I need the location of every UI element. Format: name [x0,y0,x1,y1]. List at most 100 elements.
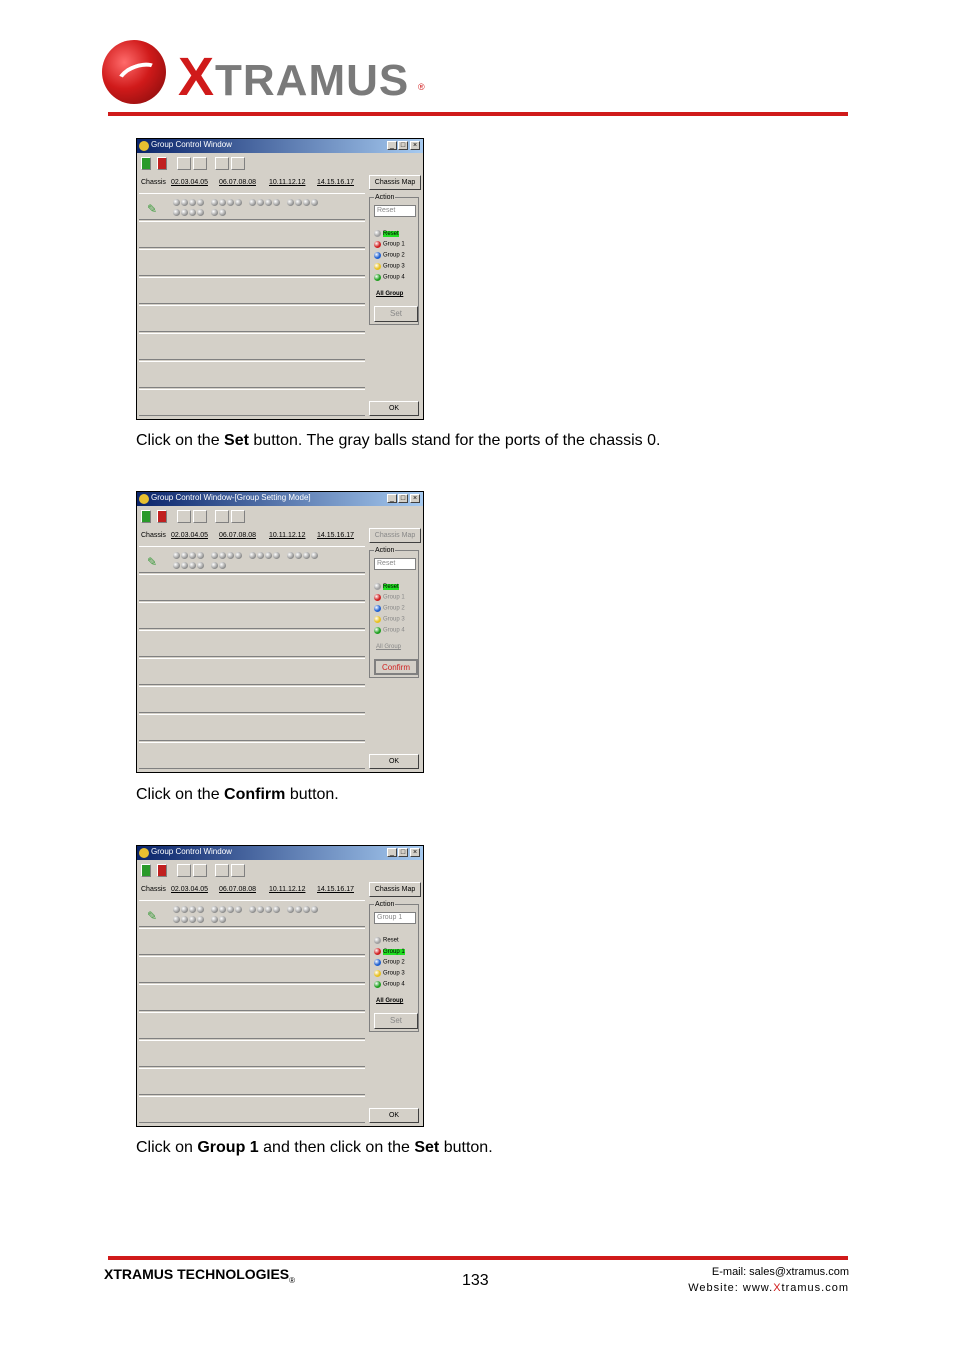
port-ball-icon[interactable] [227,906,234,913]
chassis-ip-link[interactable]: 14.15.16.17 [317,532,354,539]
port-ball-icon[interactable] [227,199,234,206]
port-ball-icon[interactable] [219,199,226,206]
port-ball-icon[interactable] [181,199,188,206]
port-ball-icon[interactable] [211,552,218,559]
chassis-row[interactable] [139,277,365,304]
port-ball-icon[interactable] [249,906,256,913]
chassis-ip-link[interactable]: 10.11.12.12 [269,532,305,539]
port-ball-icon[interactable] [219,552,226,559]
toolbar-run-icon[interactable] [141,864,151,877]
chassis-row[interactable] [139,1012,365,1039]
all-group-link[interactable]: All Group [376,291,403,297]
port-ball-icon[interactable] [189,916,196,923]
port-ball-icon[interactable] [265,199,272,206]
chassis-ip-link[interactable]: 02.03.04.05 [171,886,208,893]
maximize-button[interactable]: □ [398,848,408,857]
port-ball-icon[interactable] [303,552,310,559]
group-radio[interactable]: Group 3 [374,616,420,626]
toolbar-search-icon[interactable] [215,157,229,170]
chassis-ip-link[interactable]: 02.03.04.05 [171,532,208,539]
chassis-map-button[interactable]: Chassis Map [369,528,421,543]
chassis-ip-link[interactable]: 06.07.08.08 [219,886,256,893]
port-ball-icon[interactable] [235,199,242,206]
port-ball-icon[interactable] [181,562,188,569]
port-ball-icon[interactable] [197,906,204,913]
port-ball-icon[interactable] [287,552,294,559]
port-ball-icon[interactable] [273,199,280,206]
toolbar-stop-icon[interactable] [157,864,167,877]
chassis-row[interactable] [139,333,365,360]
chassis-row[interactable] [139,630,365,657]
chassis-row[interactable] [139,1068,365,1095]
close-button[interactable]: × [410,494,420,503]
set-button[interactable]: Set [374,306,418,322]
maximize-button[interactable]: □ [398,141,408,150]
port-ball-icon[interactable] [181,209,188,216]
chassis-ip-link[interactable]: 10.11.12.12 [269,886,305,893]
port-ball-icon[interactable] [287,199,294,206]
port-ball-icon[interactable] [211,916,218,923]
port-ball-icon[interactable] [173,552,180,559]
port-ball-icon[interactable] [197,199,204,206]
chassis-row[interactable] [139,249,365,276]
toolbar-settings-icon[interactable] [193,157,207,170]
toolbar-counter-icon[interactable] [177,157,191,170]
chassis-row[interactable]: ✎ [139,546,365,573]
minimize-button[interactable]: _ [387,141,397,150]
port-ball-icon[interactable] [211,562,218,569]
chassis-ip-link[interactable]: 14.15.16.17 [317,886,354,893]
port-ball-icon[interactable] [295,199,302,206]
port-ball-icon[interactable] [311,906,318,913]
set-button[interactable]: Set [374,1013,418,1029]
port-ball-icon[interactable] [211,209,218,216]
group-radio[interactable]: Group 1 [374,241,420,251]
toolbar-settings-icon[interactable] [193,510,207,523]
group-radio[interactable]: Group 2 [374,252,420,262]
chassis-ip-link[interactable]: 02.03.04.05 [171,179,208,186]
chassis-row[interactable] [139,221,365,248]
maximize-button[interactable]: □ [398,494,408,503]
port-ball-icon[interactable] [287,906,294,913]
port-ball-icon[interactable] [219,916,226,923]
port-ball-icon[interactable] [211,906,218,913]
all-group-link[interactable]: All Group [376,998,403,1004]
chassis-ip-link[interactable]: 14.15.16.17 [317,179,354,186]
port-ball-icon[interactable] [197,209,204,216]
port-ball-icon[interactable] [197,562,204,569]
edit-pen-icon[interactable]: ✎ [147,555,157,569]
chassis-row[interactable] [139,602,365,629]
port-ball-icon[interactable] [235,906,242,913]
port-ball-icon[interactable] [303,199,310,206]
port-ball-icon[interactable] [189,906,196,913]
port-ball-icon[interactable] [219,562,226,569]
toolbar-stop-icon[interactable] [157,510,167,523]
group-radio[interactable]: Reset [374,230,420,240]
toolbar-counter-icon[interactable] [177,510,191,523]
port-ball-icon[interactable] [227,552,234,559]
port-ball-icon[interactable] [189,209,196,216]
port-ball-icon[interactable] [173,209,180,216]
group-radio[interactable]: Reset [374,937,420,947]
group-radio[interactable]: Reset [374,583,420,593]
chassis-row[interactable] [139,389,365,416]
port-ball-icon[interactable] [257,906,264,913]
chassis-ip-link[interactable]: 06.07.08.08 [219,532,256,539]
group-radio[interactable]: Group 1 [374,594,420,604]
chassis-row[interactable] [139,574,365,601]
port-ball-icon[interactable] [211,199,218,206]
port-ball-icon[interactable] [311,199,318,206]
all-group-link[interactable]: All Group [376,644,401,650]
ok-button[interactable]: OK [369,754,419,769]
port-ball-icon[interactable] [257,199,264,206]
chassis-row[interactable] [139,361,365,388]
port-ball-icon[interactable] [173,199,180,206]
group-radio[interactable]: Group 4 [374,627,420,637]
chassis-row[interactable]: ✎ [139,900,365,927]
toolbar-search-icon[interactable] [215,864,229,877]
chassis-row[interactable] [139,928,365,955]
group-radio[interactable]: Group 4 [374,274,420,284]
minimize-button[interactable]: _ [387,494,397,503]
port-ball-icon[interactable] [197,916,204,923]
port-ball-icon[interactable] [197,552,204,559]
port-ball-icon[interactable] [265,552,272,559]
